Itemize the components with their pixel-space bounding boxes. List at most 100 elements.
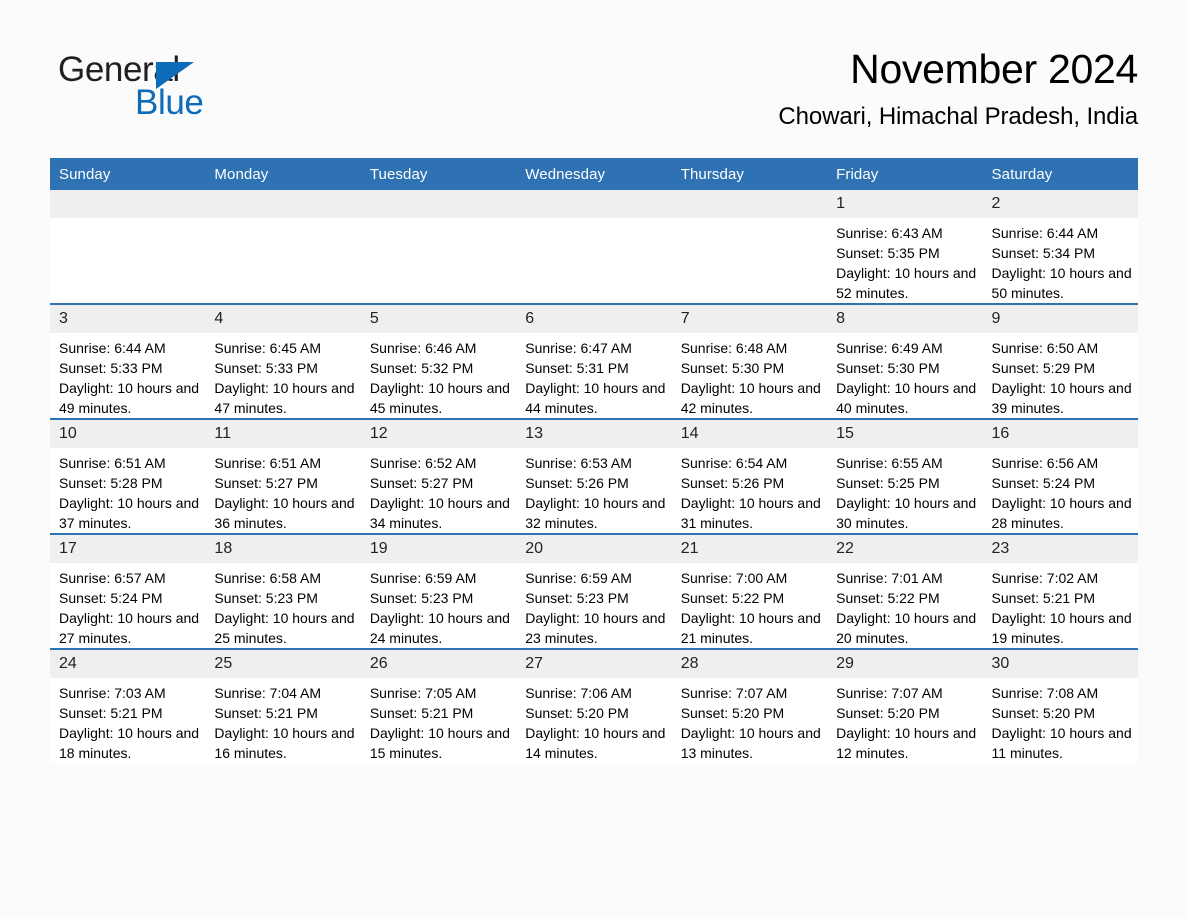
day-details: Sunrise: 7:06 AM Sunset: 5:20 PM Daylight:… xyxy=(516,678,671,763)
calendar-day-cell[interactable]: 1 Sunrise: 6:43 AM Sunset: 5:35 PM Daylight… xyxy=(827,190,983,304)
calendar-day-cell[interactable]: 11 Sunrise: 6:51 AM Sunset: 5:27 PM Dayligh… xyxy=(205,418,361,534)
sunset-line: Sunset: 5:20 PM xyxy=(680,705,785,721)
calendar-day-cell[interactable]: 6 Sunrise: 6:47 AM Sunset: 5:31 PM Daylight… xyxy=(516,303,672,419)
calendar-day-cell[interactable]: 24 Sunrise: 7:03 AM Sunset: 5:21 PM Dayligh… xyxy=(50,648,206,763)
calendar-day-cell[interactable]: 26 Sunrise: 7:05 AM Sunset: 5:21 PM Dayligh… xyxy=(360,648,517,763)
calendar-day-cell[interactable]: 5 Sunrise: 6:46 AM Sunset: 5:32 PM Daylight… xyxy=(360,303,517,419)
day-number: 25 xyxy=(205,650,361,678)
day-details: Sunrise: 6:53 AM Sunset: 5:26 PM Daylight:… xyxy=(516,448,671,533)
calendar-day-cell[interactable]: 30 Sunrise: 7:08 AM Sunset: 5:20 PM Dayligh… xyxy=(982,648,1138,763)
day-details: Sunrise: 6:58 AM Sunset: 5:23 PM Daylight:… xyxy=(205,563,360,648)
calendar-day-cell[interactable]: 8 Sunrise: 6:49 AM Sunset: 5:30 PM Daylight… xyxy=(827,303,983,419)
day-number: 14 xyxy=(671,420,828,448)
generalblue-logo[interactable]: General Blue xyxy=(58,50,318,130)
sunset-line: Sunset: 5:30 PM xyxy=(680,360,785,376)
sunset-line: Sunset: 5:26 PM xyxy=(525,475,629,491)
sunset-line: Sunset: 5:24 PM xyxy=(991,475,1096,491)
sunrise-line: Sunrise: 7:04 AM xyxy=(214,685,322,701)
page-title: November 2024 xyxy=(850,46,1138,92)
calendar-day-cell[interactable]: 4 Sunrise: 6:45 AM Sunset: 5:33 PM Daylight… xyxy=(205,303,361,419)
day-number: 20 xyxy=(516,535,672,563)
logo-text-blue: Blue xyxy=(135,83,204,122)
day-details: Sunrise: 7:05 AM Sunset: 5:21 PM Daylight:… xyxy=(361,678,516,763)
sunrise-line: Sunrise: 6:51 AM xyxy=(59,455,166,471)
day-details: Sunrise: 7:03 AM Sunset: 5:21 PM Daylight:… xyxy=(50,678,205,763)
calendar-day-cell[interactable]: 27 Sunrise: 7:06 AM Sunset: 5:20 PM Dayligh… xyxy=(516,648,672,763)
sunset-line: Sunset: 5:35 PM xyxy=(836,245,940,261)
calendar-empty-cell xyxy=(360,190,517,304)
sunset-line: Sunset: 5:27 PM xyxy=(369,475,474,491)
calendar-day-cell[interactable]: 21 Sunrise: 7:00 AM Sunset: 5:22 PM Dayligh… xyxy=(671,533,828,649)
daylight-line: Daylight: 10 hours and 13 minutes. xyxy=(680,725,821,761)
sunrise-line: Sunrise: 7:02 AM xyxy=(991,570,1099,586)
day-number: 28 xyxy=(671,650,828,678)
sunrise-line: Sunrise: 6:45 AM xyxy=(214,340,322,356)
sunset-line: Sunset: 5:21 PM xyxy=(369,705,474,721)
calendar-day-cell[interactable]: 14 Sunrise: 6:54 AM Sunset: 5:26 PM Dayligh… xyxy=(671,418,828,534)
weekday-header-row: Sunday Monday Tuesday Wednesday Thursday… xyxy=(50,158,1138,190)
weekday-header-wednesday: Wednesday xyxy=(516,158,672,190)
day-number: 18 xyxy=(205,535,361,563)
calendar-day-cell[interactable]: 3 Sunrise: 6:44 AM Sunset: 5:33 PM Daylight… xyxy=(50,303,206,419)
calendar-day-cell[interactable]: 15 Sunrise: 6:55 AM Sunset: 5:25 PM Dayligh… xyxy=(827,418,983,534)
sunrise-line: Sunrise: 7:05 AM xyxy=(369,685,477,701)
calendar-day-cell[interactable]: 28 Sunrise: 7:07 AM Sunset: 5:20 PM Dayligh… xyxy=(671,648,828,763)
sunset-line: Sunset: 5:21 PM xyxy=(214,705,318,721)
calendar-day-cell[interactable]: 10 Sunrise: 6:51 AM Sunset: 5:28 PM Dayligh… xyxy=(50,418,206,534)
day-number: 5 xyxy=(360,305,517,333)
sunrise-line: Sunrise: 6:44 AM xyxy=(59,340,166,356)
daylight-line: Daylight: 10 hours and 52 minutes. xyxy=(836,265,977,301)
day-details: Sunrise: 6:51 AM Sunset: 5:28 PM Daylight:… xyxy=(50,448,205,533)
sunrise-line: Sunrise: 6:43 AM xyxy=(836,225,943,241)
calendar-table: Sunday Monday Tuesday Wednesday Thursday… xyxy=(50,158,1138,763)
sunrise-line: Sunrise: 6:46 AM xyxy=(369,340,477,356)
weekday-header-thursday: Thursday xyxy=(671,158,828,190)
sunset-line: Sunset: 5:24 PM xyxy=(59,590,163,606)
daylight-line: Daylight: 10 hours and 25 minutes. xyxy=(214,610,355,646)
calendar-day-cell[interactable]: 9 Sunrise: 6:50 AM Sunset: 5:29 PM Daylight… xyxy=(982,303,1138,419)
calendar-day-cell[interactable]: 12 Sunrise: 6:52 AM Sunset: 5:27 PM Dayligh… xyxy=(360,418,517,534)
day-details: Sunrise: 6:47 AM Sunset: 5:31 PM Daylight:… xyxy=(516,333,671,418)
calendar-day-cell[interactable]: 29 Sunrise: 7:07 AM Sunset: 5:20 PM Dayligh… xyxy=(827,648,983,763)
daylight-line: Daylight: 10 hours and 16 minutes. xyxy=(214,725,355,761)
sunset-line: Sunset: 5:31 PM xyxy=(525,360,629,376)
sunset-line: Sunset: 5:20 PM xyxy=(525,705,629,721)
day-number: 6 xyxy=(516,305,672,333)
day-number: 7 xyxy=(671,305,828,333)
sunset-line: Sunset: 5:20 PM xyxy=(991,705,1096,721)
calendar-day-cell[interactable]: 16 Sunrise: 6:56 AM Sunset: 5:24 PM Dayligh… xyxy=(982,418,1138,534)
day-details: Sunrise: 7:04 AM Sunset: 5:21 PM Daylight:… xyxy=(205,678,360,763)
sunset-line: Sunset: 5:28 PM xyxy=(59,475,163,491)
daylight-line: Daylight: 10 hours and 24 minutes. xyxy=(369,610,510,646)
weekday-header-friday: Friday xyxy=(827,158,983,190)
calendar-day-cell[interactable]: 18 Sunrise: 6:58 AM Sunset: 5:23 PM Dayligh… xyxy=(205,533,361,649)
calendar-day-cell[interactable]: 7 Sunrise: 6:48 AM Sunset: 5:30 PM Daylight… xyxy=(671,303,828,419)
sunset-line: Sunset: 5:30 PM xyxy=(836,360,940,376)
daylight-line: Daylight: 10 hours and 45 minutes. xyxy=(369,380,510,416)
day-details: Sunrise: 6:57 AM Sunset: 5:24 PM Daylight:… xyxy=(50,563,205,648)
calendar-day-cell[interactable]: 17 Sunrise: 6:57 AM Sunset: 5:24 PM Dayligh… xyxy=(50,533,206,649)
calendar-day-cell[interactable]: 20 Sunrise: 6:59 AM Sunset: 5:23 PM Dayligh… xyxy=(516,533,672,649)
calendar-day-cell[interactable]: 25 Sunrise: 7:04 AM Sunset: 5:21 PM Dayligh… xyxy=(205,648,361,763)
sunset-line: Sunset: 5:25 PM xyxy=(836,475,940,491)
calendar-day-cell[interactable]: 22 Sunrise: 7:01 AM Sunset: 5:22 PM Dayligh… xyxy=(827,533,983,649)
calendar-day-cell[interactable]: 23 Sunrise: 7:02 AM Sunset: 5:21 PM Dayligh… xyxy=(982,533,1138,649)
day-details: Sunrise: 6:51 AM Sunset: 5:27 PM Daylight:… xyxy=(205,448,360,533)
daylight-line: Daylight: 10 hours and 37 minutes. xyxy=(59,495,200,531)
calendar-day-cell[interactable]: 13 Sunrise: 6:53 AM Sunset: 5:26 PM Dayligh… xyxy=(516,418,672,534)
daylight-line: Daylight: 10 hours and 12 minutes. xyxy=(836,725,977,761)
day-number: 17 xyxy=(50,535,206,563)
sunset-line: Sunset: 5:33 PM xyxy=(59,360,163,376)
sunrise-line: Sunrise: 6:47 AM xyxy=(525,340,632,356)
sunset-line: Sunset: 5:21 PM xyxy=(59,705,163,721)
calendar-day-cell[interactable]: 2 Sunrise: 6:44 AM Sunset: 5:34 PM Daylight… xyxy=(982,190,1138,304)
sunrise-line: Sunrise: 6:49 AM xyxy=(836,340,943,356)
calendar-empty-cell xyxy=(516,190,672,304)
calendar-day-cell[interactable]: 19 Sunrise: 6:59 AM Sunset: 5:23 PM Dayligh… xyxy=(360,533,517,649)
sunset-line: Sunset: 5:23 PM xyxy=(369,590,474,606)
day-details: Sunrise: 6:48 AM Sunset: 5:30 PM Daylight:… xyxy=(672,333,827,418)
calendar-empty-cell xyxy=(671,190,828,304)
sunrise-line: Sunrise: 6:59 AM xyxy=(369,570,477,586)
day-number: 9 xyxy=(982,305,1138,333)
day-details: Sunrise: 7:07 AM Sunset: 5:20 PM Daylight:… xyxy=(672,678,827,763)
